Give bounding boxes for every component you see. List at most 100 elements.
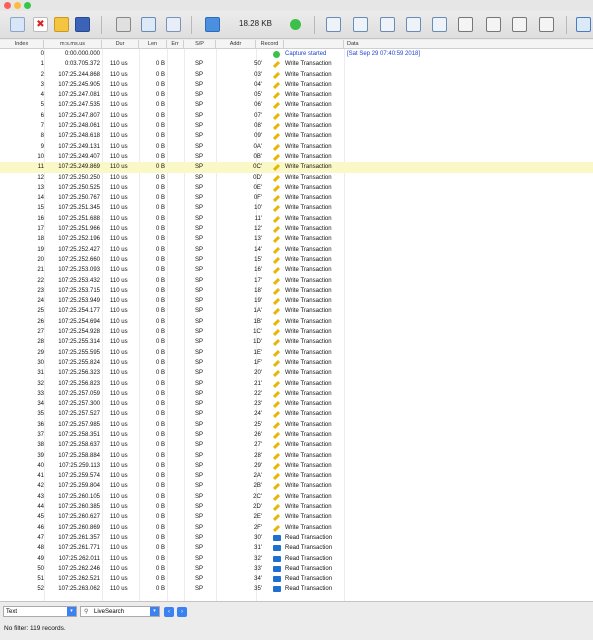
table-row[interactable]: 18 107:25.252.196 110 us 0 B SP 13' Write Tran…: [0, 234, 593, 244]
table-row[interactable]: 45 107:25.260.627 110 us 0 B SP 2E' Write Tran…: [0, 512, 593, 522]
transaction-table[interactable]: 0 0:00.000.000 Capture started [Sat Sep 29 …: [0, 49, 593, 601]
search-next-button[interactable]: ›: [177, 607, 187, 617]
picture-icon[interactable]: [458, 17, 473, 32]
table-row[interactable]: 26 107:25.254.694 110 us 0 B SP 1B' Write Tran…: [0, 317, 593, 327]
table-row[interactable]: 22 107:25.253.432 110 us 0 B SP 17' Write Tran…: [0, 276, 593, 286]
table-row[interactable]: 36 107:25.257.985 110 us 0 B SP 25' Write Tran…: [0, 420, 593, 430]
row-length: 0 B: [155, 205, 165, 212]
table-row[interactable]: 39 107:25.258.884 110 us 0 B SP 28' Write Tran…: [0, 451, 593, 461]
table-row[interactable]: 12 107:25.250.250 110 us 0 B SP 0D' Write Tran…: [0, 173, 593, 183]
table-row[interactable]: 43 107:25.260.105 110 us 0 B SP 2C' Write Tran…: [0, 492, 593, 502]
table-row[interactable]: 1 0:03.705.372 110 us 0 B SP 50' Write Transac…: [0, 59, 593, 69]
row-sp: SP: [194, 195, 203, 202]
copy-icon[interactable]: [576, 17, 591, 32]
table-row[interactable]: 33 107:25.257.059 110 us 0 B SP 22' Write Tran…: [0, 389, 593, 399]
delete-icon[interactable]: ✖: [33, 17, 48, 32]
table-row[interactable]: 3 107:25.245.905 110 us 0 B SP 04' Write Trans…: [0, 80, 593, 90]
table-row[interactable]: 50 107:25.262.246 110 us 0 B SP 33' Read Trans…: [0, 564, 593, 574]
column-header-duration[interactable]: Dur: [102, 40, 139, 49]
view-image-icon[interactable]: [326, 17, 341, 32]
table-row[interactable]: 34 107:25.257.300 110 us 0 B SP 23' Write Tran…: [0, 399, 593, 409]
waveform-icon[interactable]: [539, 17, 554, 32]
table-row[interactable]: 20 107:25.252.660 110 us 0 B SP 15' Write Tran…: [0, 255, 593, 265]
column-header-sp[interactable]: S/P: [184, 40, 216, 49]
column-header-error[interactable]: Err: [167, 40, 184, 49]
capture-settings-icon[interactable]: [141, 17, 156, 32]
column-header-length[interactable]: Len: [139, 40, 167, 49]
row-address: 2B': [253, 483, 262, 490]
column-header-address[interactable]: Addr: [216, 40, 256, 49]
table-row[interactable]: 25 107:25.254.177 110 us 0 B SP 1A' Write Tran…: [0, 306, 593, 316]
row-data: [347, 379, 457, 389]
new-file-icon[interactable]: [10, 17, 25, 32]
table-row[interactable]: 51 107:25.262.521 110 us 0 B SP 34' Read Trans…: [0, 574, 593, 584]
table-row[interactable]: 13 107:25.250.525 110 us 0 B SP 0E' Write Tran…: [0, 183, 593, 193]
row-duration: 110 us: [110, 411, 128, 418]
search-previous-button[interactable]: ‹: [164, 607, 174, 617]
table-row[interactable]: 32 107:25.256.823 110 us 0 B SP 21' Write Tran…: [0, 379, 593, 389]
column-header-data[interactable]: Data: [344, 40, 593, 49]
trigger-icon[interactable]: [166, 17, 181, 32]
table-row[interactable]: 46 107:25.260.869 110 us 0 B SP 2F' Write Tran…: [0, 523, 593, 533]
row-timestamp: 107:25.260.385: [58, 504, 100, 511]
book-icon: [273, 555, 281, 562]
live-search-input[interactable]: ⚲ LiveSearch ▾: [80, 606, 160, 617]
table-row[interactable]: 4 107:25.247.081 110 us 0 B SP 05' Write Trans…: [0, 90, 593, 100]
table-row[interactable]: 44 107:25.260.385 110 us 0 B SP 2D' Write Tran…: [0, 502, 593, 512]
table-row[interactable]: 14 107:25.250.767 110 us 0 B SP 0F' Write Tran…: [0, 193, 593, 203]
table-row[interactable]: 10 107:25.249.407 110 us 0 B SP 0B' Write Tran…: [0, 152, 593, 162]
table-row[interactable]: 37 107:25.258.351 110 us 0 B SP 26' Write Tran…: [0, 430, 593, 440]
table-row[interactable]: 6 107:25.247.807 110 us 0 B SP 07' Write Trans…: [0, 111, 593, 121]
table-row[interactable]: 52 107:25.263.062 110 us 0 B SP 35' Read Trans…: [0, 584, 593, 594]
table-row[interactable]: 2 107:25.244.868 110 us 0 B SP 03' Write Trans…: [0, 70, 593, 80]
table-row[interactable]: 30 107:25.255.824 110 us 0 B SP 1F' Write Tran…: [0, 358, 593, 368]
column-header-index[interactable]: Index: [0, 40, 44, 49]
bug-icon[interactable]: [512, 17, 527, 32]
column-header-record[interactable]: Record: [256, 40, 284, 49]
column-header-timestamp[interactable]: m:s.ms.us: [44, 40, 102, 49]
table-row[interactable]: 24 107:25.253.949 110 us 0 B SP 19' Write Tran…: [0, 296, 593, 306]
close-window-button[interactable]: [4, 2, 11, 9]
table-row[interactable]: 9 107:25.249.131 110 us 0 B SP 0A' Write Trans…: [0, 142, 593, 152]
table-row[interactable]: 15 107:25.251.345 110 us 0 B SP 10' Write Tran…: [0, 203, 593, 213]
table-row[interactable]: 42 107:25.259.804 110 us 0 B SP 2B' Write Tran…: [0, 481, 593, 491]
table-row[interactable]: 19 107:25.252.427 110 us 0 B SP 14' Write Tran…: [0, 245, 593, 255]
table-row[interactable]: 41 107:25.259.574 110 us 0 B SP 2A' Write Tran…: [0, 471, 593, 481]
table-row[interactable]: 16 107:25.251.688 110 us 0 B SP 11' Write Tran…: [0, 214, 593, 224]
zoom-window-button[interactable]: [24, 2, 31, 9]
table-row[interactable]: 8 107:25.248.618 110 us 0 B SP 09' Write Trans…: [0, 131, 593, 141]
table-row[interactable]: 29 107:25.255.595 110 us 0 B SP 1E' Write Tran…: [0, 348, 593, 358]
minimize-window-button[interactable]: [14, 2, 21, 9]
table-row[interactable]: 21 107:25.253.093 110 us 0 B SP 16' Write Tran…: [0, 265, 593, 275]
row-index: 13: [37, 184, 44, 191]
view-table-icon[interactable]: [380, 17, 395, 32]
table-row[interactable]: 48 107:25.261.771 110 us 0 B SP 31' Read Trans…: [0, 543, 593, 553]
row-record: Write Transaction: [285, 102, 332, 109]
open-folder-icon[interactable]: [54, 17, 69, 32]
table-row[interactable]: 5 107:25.247.535 110 us 0 B SP 06' Write Trans…: [0, 100, 593, 110]
hex-icon[interactable]: [486, 17, 501, 32]
row-record: Read Transaction: [285, 555, 333, 562]
view-list-icon[interactable]: [353, 17, 368, 32]
table-row[interactable]: 47 107:25.261.357 110 us 0 B SP 30' Read Trans…: [0, 533, 593, 543]
table-row[interactable]: 38 107:25.258.637 110 us 0 B SP 27' Write Tran…: [0, 440, 593, 450]
device-icon[interactable]: [116, 17, 131, 32]
save-icon[interactable]: [75, 17, 90, 32]
table-row[interactable]: 49 107:25.262.011 110 us 0 B SP 32' Read Trans…: [0, 554, 593, 564]
table-row[interactable]: 23 107:25.253.715 110 us 0 B SP 18' Write Tran…: [0, 286, 593, 296]
table-row[interactable]: 27 107:25.254.928 110 us 0 B SP 1C' Write Tran…: [0, 327, 593, 337]
table-row[interactable]: 31 107:25.256.323 110 us 0 B SP 20' Write Tran…: [0, 368, 593, 378]
table-row[interactable]: 7 107:25.248.061 110 us 0 B SP 08' Write Trans…: [0, 121, 593, 131]
row-duration: 110 us: [110, 256, 128, 263]
view-chart-icon[interactable]: [406, 17, 421, 32]
view-type-select[interactable]: Text ▾: [3, 606, 77, 617]
table-row[interactable]: 17 107:25.251.966 110 us 0 B SP 12' Write Tran…: [0, 224, 593, 234]
play-icon[interactable]: [432, 17, 447, 32]
table-row[interactable]: 28 107:25.255.314 110 us 0 B SP 1D' Write Tran…: [0, 337, 593, 347]
search-options-chevron-icon[interactable]: ▾: [150, 607, 159, 616]
table-row[interactable]: 35 107:25.257.527 110 us 0 B SP 24' Write Tran…: [0, 409, 593, 419]
table-row[interactable]: 11 107:25.249.869 110 us 0 B SP 0C' Write Tran…: [0, 162, 593, 173]
table-row[interactable]: 40 107:25.259.113 110 us 0 B SP 29' Write Tran…: [0, 461, 593, 471]
capture-buffer-icon[interactable]: [205, 17, 220, 32]
table-row[interactable]: 0 0:00.000.000 Capture started [Sat Sep 29 …: [0, 49, 593, 59]
